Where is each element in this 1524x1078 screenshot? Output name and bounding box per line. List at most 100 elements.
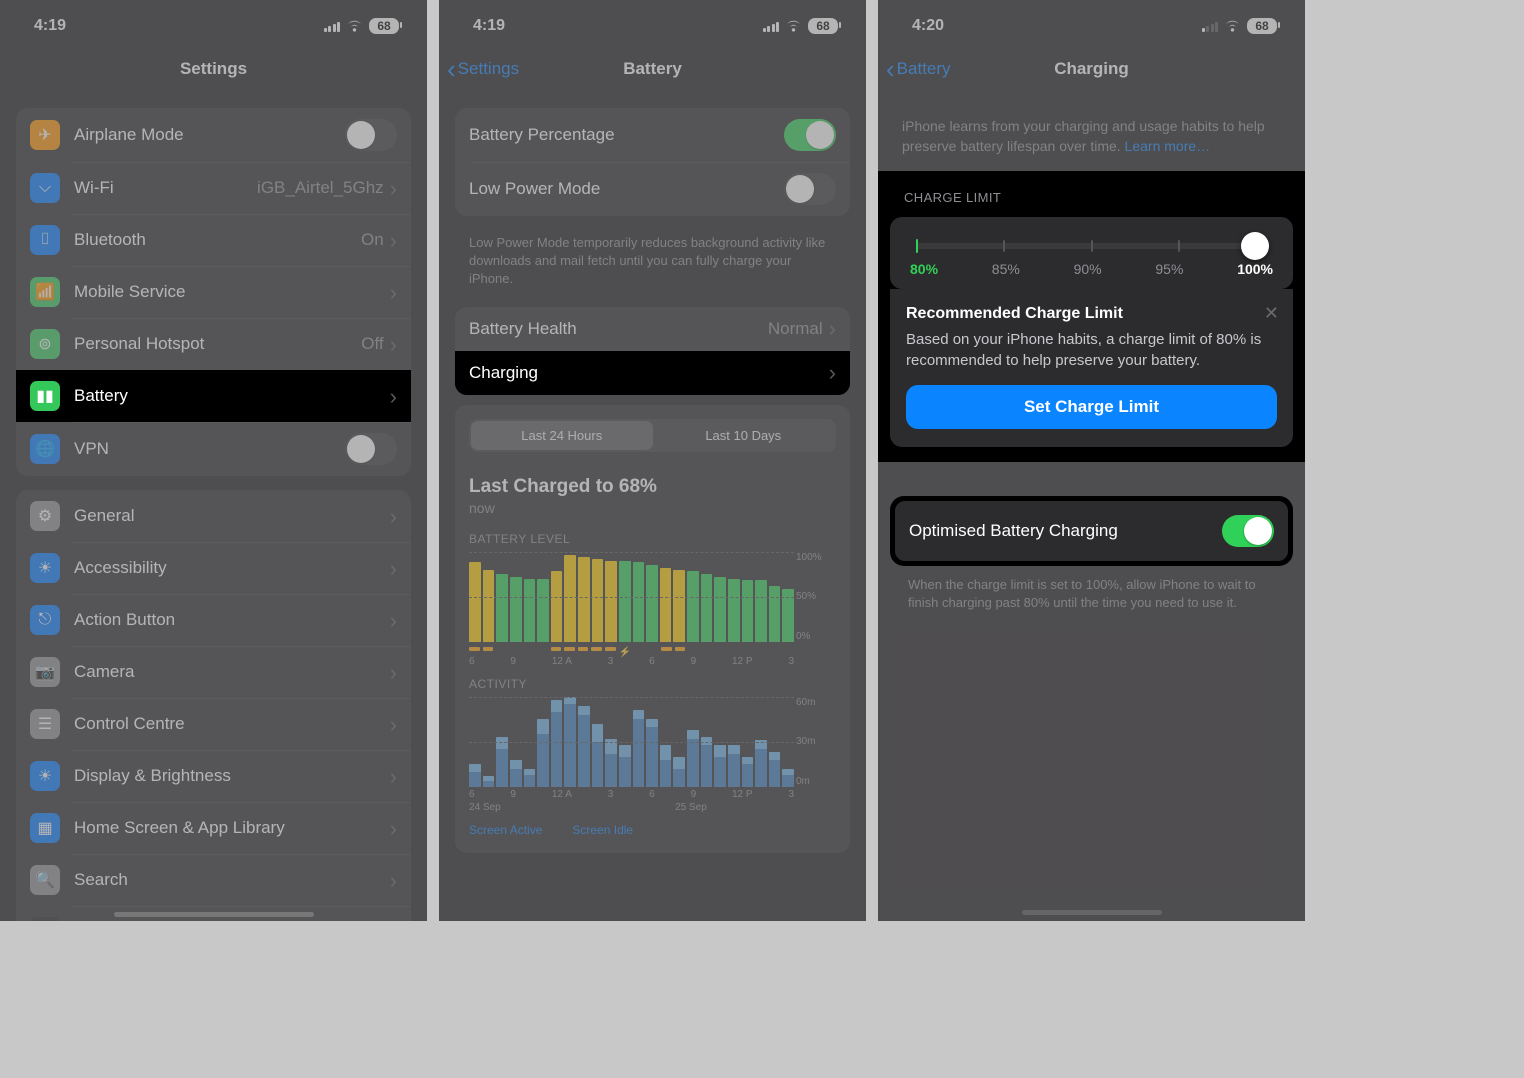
home-indicator <box>1022 910 1162 915</box>
row-battery-health[interactable]: Battery HealthNormal› <box>455 307 850 351</box>
x-axis-2: 6912 A36912 P3 <box>469 789 836 800</box>
row-battery-percentage[interactable]: Battery Percentage <box>455 108 850 162</box>
settings-group-connectivity: ✈︎Airplane Mode⌵Wi-FiiGB_Airtel_5Ghz›⌷Bl… <box>16 108 411 476</box>
row-action-button[interactable]: ⎋Action Button› <box>16 594 411 646</box>
row-display-brightness[interactable]: ☀Display & Brightness› <box>16 750 411 802</box>
row-label: Wi-Fi <box>74 178 257 198</box>
row-charging[interactable]: Charging› <box>455 351 850 395</box>
row-accessibility[interactable]: ☀Accessibility› <box>16 542 411 594</box>
back-button[interactable]: ‹Settings <box>447 59 519 79</box>
row-label: Charging <box>469 363 829 383</box>
row-bluetooth[interactable]: ⌷BluetoothOn› <box>16 214 411 266</box>
status-time: 4:19 <box>473 17 505 35</box>
charge-limit-slider[interactable] <box>916 243 1267 249</box>
row-mobile-service[interactable]: 📶Mobile Service› <box>16 266 411 318</box>
cell-icon: 📶 <box>30 277 60 307</box>
recommendation-card: ✕ Recommended Charge Limit Based on your… <box>890 289 1293 447</box>
charge-limit-card: 80% 85% 90% 95% 100% <box>890 217 1293 289</box>
phone-battery: 4:19 68 ‹Settings Battery Battery Percen… <box>439 0 866 921</box>
page-title: Battery <box>623 59 682 79</box>
row-label: General <box>74 506 390 526</box>
row-label: Camera <box>74 662 390 682</box>
row-label: Bluetooth <box>74 230 361 250</box>
back-label: Settings <box>458 59 519 79</box>
activity-legend: Screen ActiveScreen Idle <box>455 817 850 843</box>
chevron-right-icon: › <box>390 391 397 402</box>
page-title: Settings <box>180 59 247 79</box>
optimised-charging-toggle[interactable] <box>1222 515 1274 547</box>
row-home-screen-app-library[interactable]: ▦Home Screen & App Library› <box>16 802 411 854</box>
status-bar: 4:19 68 <box>439 0 866 44</box>
reco-title: Recommended Charge Limit <box>906 305 1277 323</box>
chevron-right-icon: › <box>390 339 397 350</box>
toggle[interactable] <box>345 433 397 465</box>
seg-10d[interactable]: Last 10 Days <box>653 421 835 450</box>
back-button[interactable]: ‹Battery <box>886 59 951 79</box>
row-label: Control Centre <box>74 714 390 734</box>
low-power-footnote: Low Power Mode temporarily reduces backg… <box>439 226 866 293</box>
nav-header: ‹Settings Battery <box>439 44 866 94</box>
row-label: VPN <box>74 439 345 459</box>
cellular-icon <box>324 20 341 32</box>
optimised-charging-footnote: When the charge limit is set to 100%, al… <box>878 566 1305 616</box>
toggle[interactable] <box>345 119 397 151</box>
chevron-right-icon: › <box>390 875 397 886</box>
gear-icon: ⚙︎ <box>30 501 60 531</box>
battery-level-label: BATTERY LEVEL <box>469 532 836 546</box>
chevron-right-icon: › <box>390 235 397 246</box>
activity-chart[interactable]: 60m30m0m <box>469 697 794 787</box>
bt-icon: ⌷ <box>30 225 60 255</box>
cc-icon: ☰ <box>30 709 60 739</box>
chevron-right-icon: › <box>390 511 397 522</box>
row-label: Search <box>74 870 390 890</box>
chevron-right-icon: › <box>390 615 397 626</box>
status-bar: 4:20 68 <box>878 0 1305 44</box>
row-wi-fi[interactable]: ⌵Wi-FiiGB_Airtel_5Ghz› <box>16 162 411 214</box>
charging-intro: iPhone learns from your charging and usa… <box>878 94 1305 171</box>
row-value: Off <box>361 334 383 354</box>
row-search[interactable]: 🔍Search› <box>16 854 411 906</box>
row-label: Battery <box>74 386 390 406</box>
wifi-icon <box>346 20 363 33</box>
toggle[interactable] <box>784 173 836 205</box>
battery-icon: 68 <box>808 18 838 34</box>
slider-tick-labels: 80% 85% 90% 95% 100% <box>910 261 1273 277</box>
row-control-centre[interactable]: ☰Control Centre› <box>16 698 411 750</box>
chevron-right-icon: › <box>390 287 397 298</box>
row-vpn[interactable]: 🌐VPN <box>16 422 411 476</box>
seg-24h[interactable]: Last 24 Hours <box>471 421 653 450</box>
row-label: Battery Health <box>469 319 768 339</box>
chevron-right-icon: › <box>390 771 397 782</box>
chevron-right-icon: › <box>390 667 397 678</box>
hotspot-icon: ⊚ <box>30 329 60 359</box>
chevron-right-icon: › <box>390 183 397 194</box>
chevron-right-icon: › <box>390 823 397 834</box>
learn-more-link[interactable]: Learn more… <box>1125 138 1211 154</box>
row-airplane-mode[interactable]: ✈︎Airplane Mode <box>16 108 411 162</box>
nav-header: ‹Battery Charging <box>878 44 1305 94</box>
row-general[interactable]: ⚙︎ General› <box>16 490 411 542</box>
row-label: Action Button <box>74 610 390 630</box>
phone-settings: 4:19 68 Settings ✈︎Airplane Mode⌵Wi-FiiG… <box>0 0 427 921</box>
row-value: Normal <box>768 319 823 339</box>
toggle[interactable] <box>784 119 836 151</box>
set-charge-limit-button[interactable]: Set Charge Limit <box>906 385 1277 429</box>
battery-level-chart[interactable]: 100%50%0% <box>469 552 794 642</box>
row-camera[interactable]: 📷Camera› <box>16 646 411 698</box>
optimised-charging-row[interactable]: Optimised Battery Charging <box>893 499 1290 563</box>
row-battery[interactable]: ▮▮Battery› <box>16 370 411 422</box>
slider-thumb[interactable] <box>1241 232 1269 260</box>
last-charged-title: Last Charged to 68% <box>455 462 850 498</box>
chevron-left-icon: ‹ <box>447 63 456 76</box>
last-charged-sub: now <box>455 498 850 522</box>
row-low-power-mode[interactable]: Low Power Mode <box>455 162 850 216</box>
phone-charging: 4:20 68 ‹Battery Charging iPhone learns … <box>878 0 1305 921</box>
reco-body: Based on your iPhone habits, a charge li… <box>906 329 1277 371</box>
date-axis: 24 Sep25 Sep <box>469 802 836 813</box>
close-icon[interactable]: ✕ <box>1264 303 1279 324</box>
time-range-segmented[interactable]: Last 24 Hours Last 10 Days <box>469 419 836 452</box>
row-value: iGB_Airtel_5Ghz <box>257 178 384 198</box>
airplane-icon: ✈︎ <box>30 120 60 150</box>
page-title: Charging <box>1054 59 1129 79</box>
row-personal-hotspot[interactable]: ⊚Personal HotspotOff› <box>16 318 411 370</box>
